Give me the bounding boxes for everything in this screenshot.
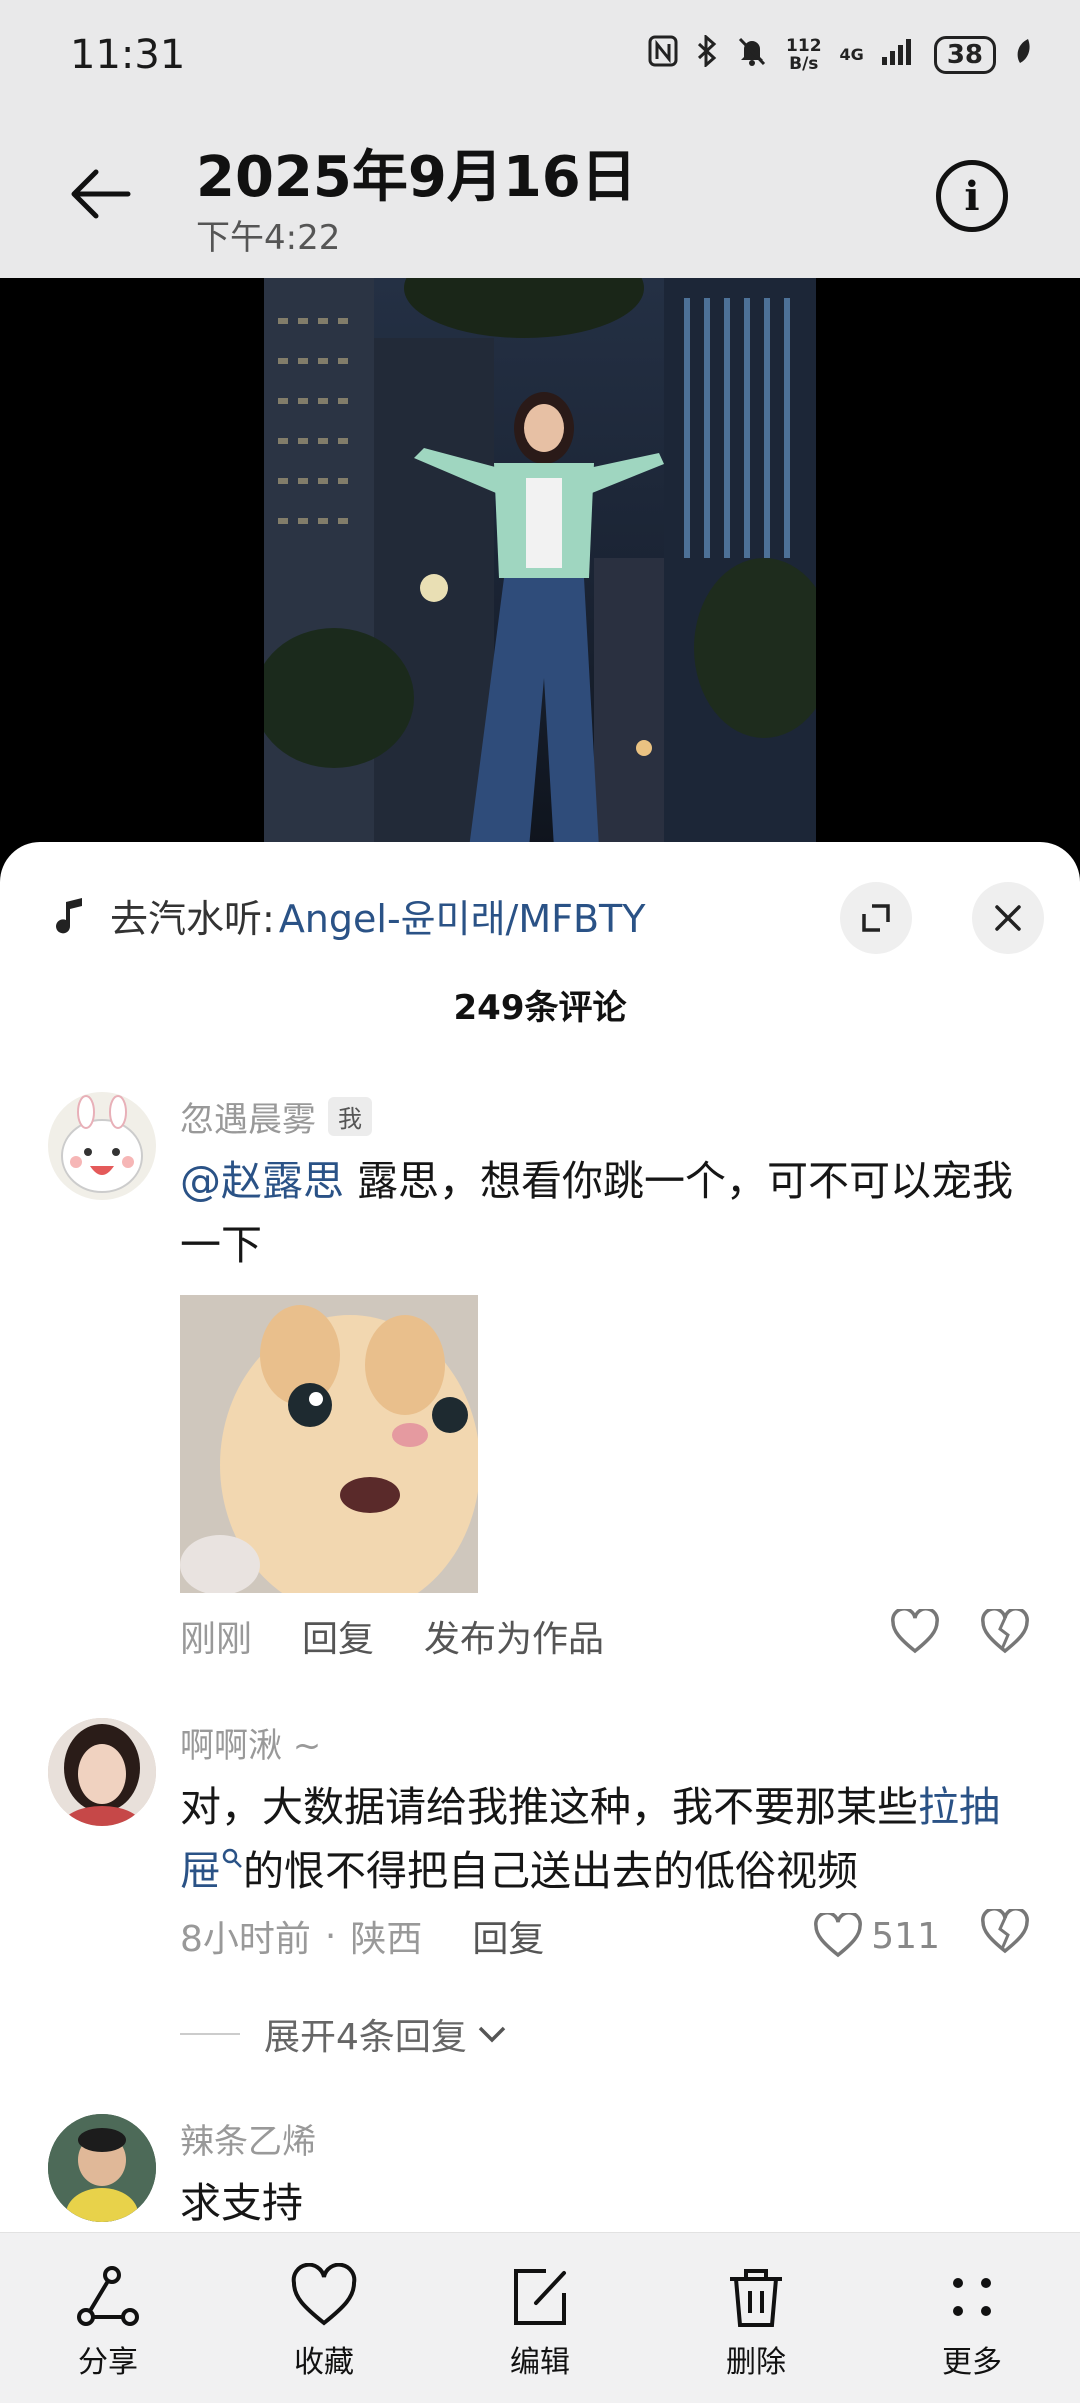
comment-meta: 刚刚 回复 发布为作品 xyxy=(180,1606,1030,1664)
music-note-icon xyxy=(56,897,82,933)
music-track[interactable]: Angel-윤미래/MFBTY xyxy=(279,888,646,943)
fullscreen-button[interactable] xyxy=(840,882,912,954)
divider-line xyxy=(180,2033,240,2035)
mention-link[interactable]: @赵露思 xyxy=(180,1157,344,1205)
comment-time: 8小时前 xyxy=(180,1919,311,1960)
info-icon: i xyxy=(964,172,980,220)
me-badge: 我 xyxy=(328,1097,372,1136)
comment-actions xyxy=(890,1606,1030,1664)
more-label: 更多 xyxy=(942,2345,1002,2380)
favorite-label: 收藏 xyxy=(294,2345,354,2380)
broken-heart-icon xyxy=(981,1606,1029,1653)
dislike-button[interactable] xyxy=(980,1606,1030,1664)
comment-user[interactable]: 啊啊湫 ~ xyxy=(180,1718,1030,1767)
net-speed: 112 B/s xyxy=(786,37,822,73)
viewer-header: 2025年9月16日 下午4:22 i xyxy=(0,110,1080,278)
network-type: 4G xyxy=(839,45,864,64)
avatar[interactable] xyxy=(48,2114,156,2222)
comment-location: 陕西 xyxy=(350,1919,423,1960)
like-button[interactable]: 511 xyxy=(813,1913,940,1959)
heart-icon xyxy=(891,1606,939,1653)
comment-sticker[interactable] xyxy=(180,1295,478,1593)
expand-replies-button[interactable]: 展开4条回复 xyxy=(180,2008,509,2060)
avatar-image xyxy=(48,1718,156,1826)
share-button[interactable]: 分享 xyxy=(33,2263,183,2381)
comment-text: @赵露思 露思，想看你跳一个，可不可以宠我一下 xyxy=(180,1149,1030,1277)
like-button[interactable] xyxy=(890,1606,940,1664)
comment-user[interactable]: 辣条乙烯 xyxy=(180,2114,1030,2163)
comment-text: 对，大数据请给我推这种，我不要那某些拉抽屉 的恨不得把自己送出去的低俗视频 xyxy=(180,1775,1030,1903)
comment-body: 辣条乙烯 求支持 xyxy=(180,2114,1030,2232)
comment-body: 啊啊湫 ~ 对，大数据请给我推这种，我不要那某些拉抽屉 的恨不得把自己送出去的低俗… xyxy=(180,1718,1030,1961)
battery-indicator: 38 xyxy=(933,36,996,74)
expand-replies-label: 展开4条回复 xyxy=(264,2017,467,2058)
page-subtitle: 下午4:22 xyxy=(196,218,341,258)
share-icon xyxy=(77,2266,139,2326)
username[interactable]: 辣条乙烯 xyxy=(180,2114,316,2163)
mute-icon xyxy=(736,35,768,75)
meta-separator: · xyxy=(324,1915,337,1957)
reply-button[interactable]: 回复 xyxy=(472,1910,544,1962)
music-link[interactable]: 去汽水听: Angel-윤미래/MFBTY xyxy=(52,888,645,943)
avatar[interactable] xyxy=(48,1718,156,1826)
comment-text-part1: 对，大数据请给我推这种，我不要那某些 xyxy=(180,1783,918,1831)
music-prefix: 去汽水听: xyxy=(110,897,275,941)
nfc-icon xyxy=(648,35,678,75)
status-bar: 11:31 112 B/s 4G 38 xyxy=(0,0,1080,110)
avatar-image xyxy=(48,2114,156,2222)
reply-button[interactable]: 回复 xyxy=(302,1610,374,1662)
username[interactable]: 啊啊湫 ~ xyxy=(180,1718,321,1767)
avatar-image xyxy=(61,1095,143,1193)
like-count: 511 xyxy=(871,1915,940,1957)
avatar[interactable] xyxy=(48,1092,156,1200)
comment-actions: 511 xyxy=(813,1906,1030,1964)
video-area[interactable] xyxy=(0,278,1080,848)
comment-user[interactable]: 忽遇晨雾 我 xyxy=(180,1092,1030,1141)
publish-as-work-button[interactable]: 发布为作品 xyxy=(424,1610,604,1662)
share-label: 分享 xyxy=(78,2345,138,2380)
broken-heart-icon xyxy=(981,1906,1029,1953)
delete-button[interactable]: 删除 xyxy=(681,2263,831,2381)
delete-label: 删除 xyxy=(726,2345,786,2380)
comment-time: 刚刚 xyxy=(180,1619,253,1660)
page-title: 2025年9月16日 xyxy=(196,145,637,210)
trash-icon xyxy=(730,2269,782,2327)
comment-count: 249条评论 xyxy=(453,988,627,1028)
video-thumbnail xyxy=(264,278,816,848)
edit-button[interactable]: 编辑 xyxy=(465,2263,615,2381)
cat-sticker-image xyxy=(180,1295,478,1593)
more-dots-icon xyxy=(953,2278,991,2316)
info-button[interactable]: i xyxy=(936,160,1008,232)
leaf-icon xyxy=(1014,37,1032,73)
more-button[interactable]: 更多 xyxy=(897,2263,1047,2381)
status-time: 11:31 xyxy=(70,32,186,78)
net-speed-unit: B/s xyxy=(789,54,819,74)
comment-body: 忽遇晨雾 我 @赵露思 露思，想看你跳一个，可不可以宠我一下 刚刚 回复 发布为… xyxy=(180,1092,1030,1661)
close-button[interactable] xyxy=(972,882,1044,954)
search-icon xyxy=(222,1848,242,1868)
comment-text-part2: 的恨不得把自己送出去的低俗视频 xyxy=(243,1847,858,1895)
status-icons: 112 B/s 4G 38 xyxy=(648,33,1032,75)
video-frame xyxy=(264,278,816,848)
username[interactable]: 忽遇晨雾 xyxy=(180,1092,316,1141)
bottom-toolbar: 分享 收藏 编辑 删除 更多 xyxy=(0,2232,1080,2403)
dislike-button[interactable] xyxy=(980,1906,1030,1964)
net-speed-value: 112 xyxy=(786,36,822,56)
favorite-button[interactable]: 收藏 xyxy=(249,2263,399,2381)
close-icon xyxy=(995,905,1021,931)
bluetooth-icon xyxy=(696,33,718,75)
heart-icon xyxy=(291,2263,357,2326)
arrow-left-icon xyxy=(71,169,131,219)
chevron-down-icon xyxy=(478,2026,506,2043)
edit-label: 编辑 xyxy=(510,2345,570,2380)
expand-icon xyxy=(862,904,890,932)
signal-icon xyxy=(881,37,916,73)
edit-icon xyxy=(514,2269,566,2325)
heart-icon xyxy=(814,1913,863,1958)
comment-text: 求支持 xyxy=(180,2179,303,2227)
comment-meta: 8小时前 · 陕西 回复 511 xyxy=(180,1906,1030,1964)
comment-sheet: 去汽水听: Angel-윤미래/MFBTY 249条评论 忽遇晨雾 我 @赵露思… xyxy=(0,842,1080,2232)
back-button[interactable] xyxy=(60,154,140,234)
